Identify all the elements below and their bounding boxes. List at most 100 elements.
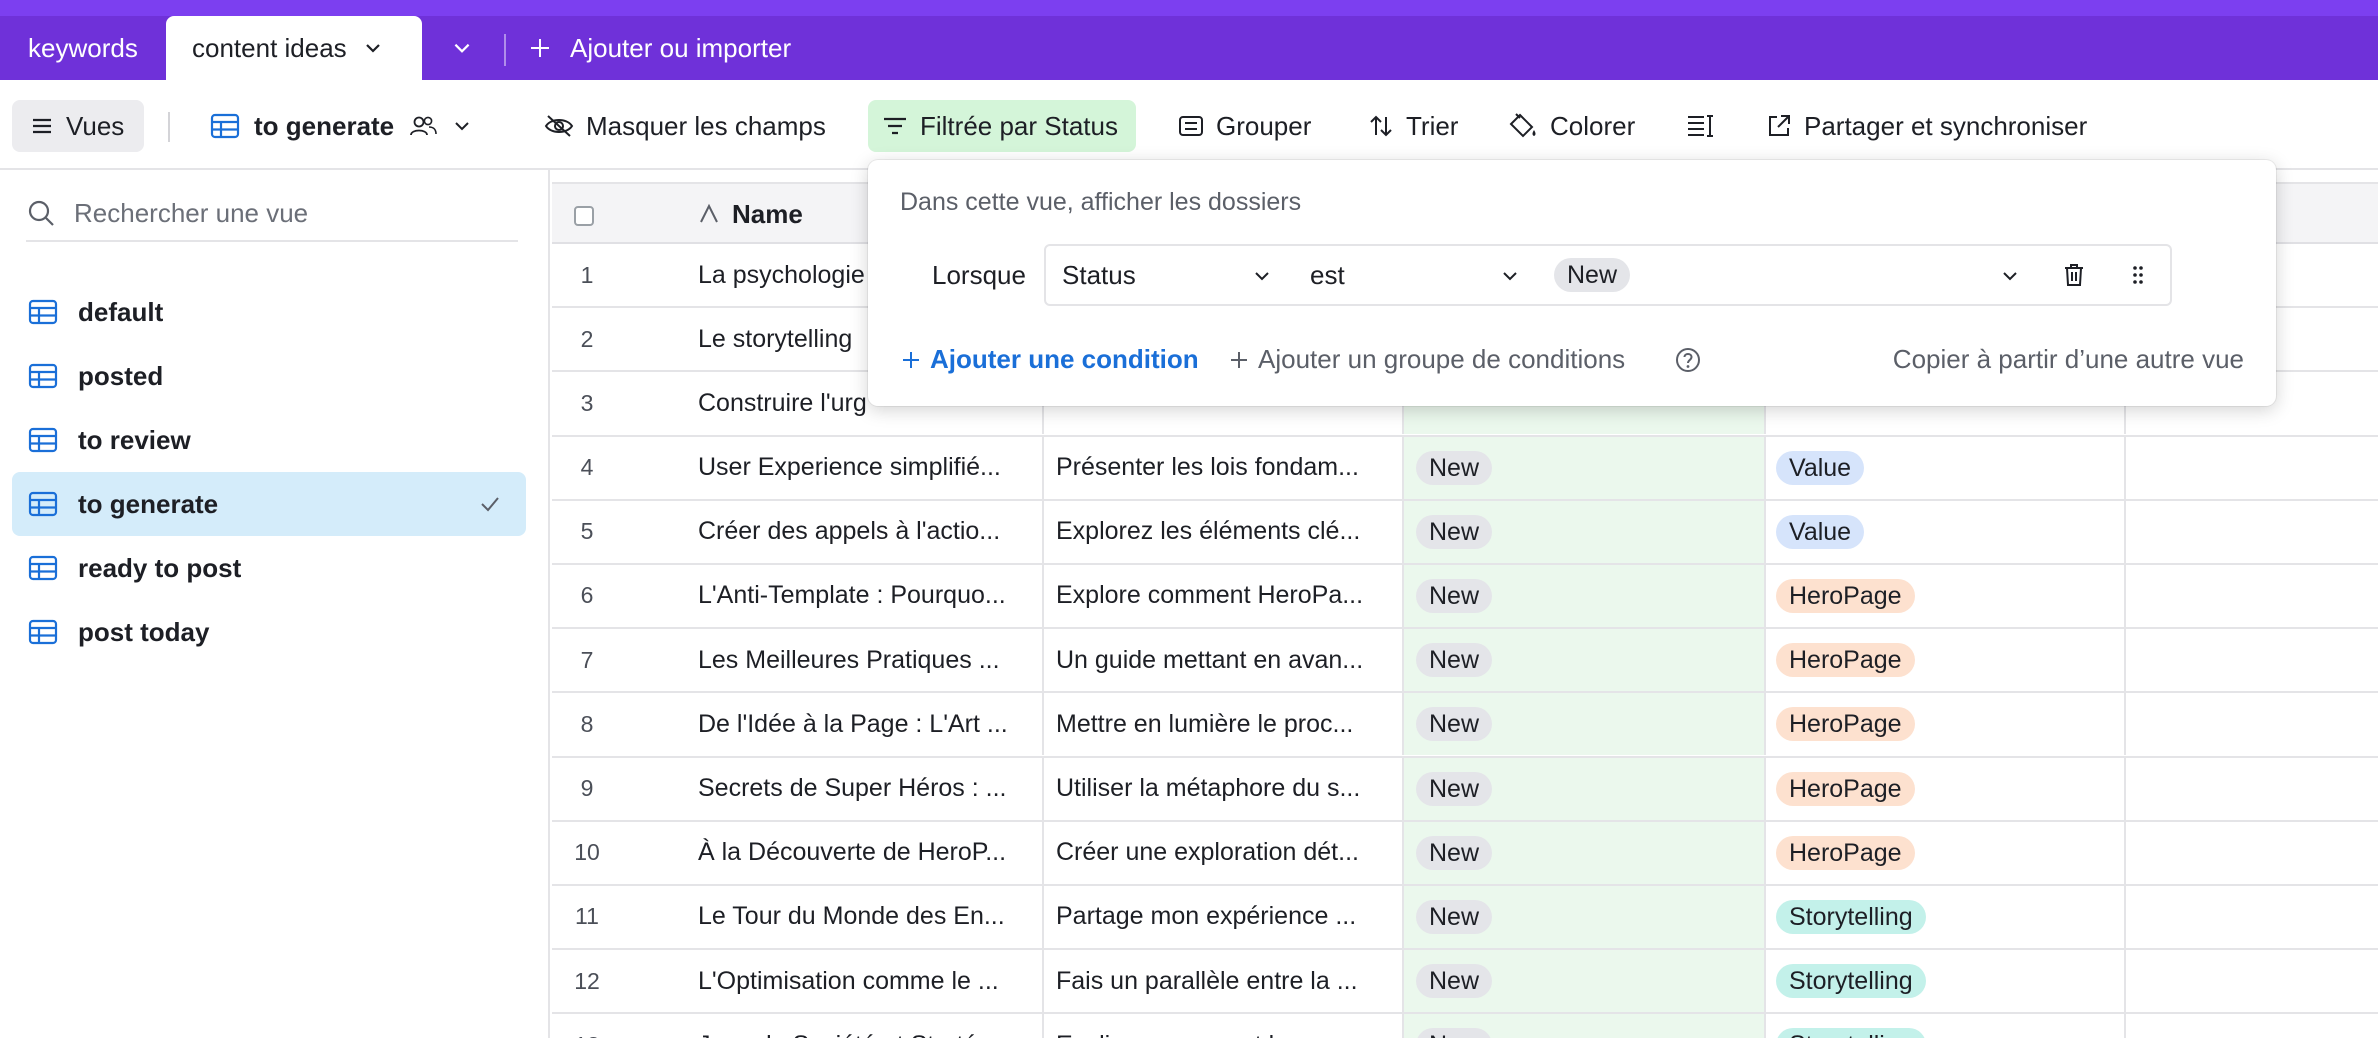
description-cell[interactable]: Créer une exploration dét... [1042,821,1402,884]
sidebar-view-item[interactable]: to review [12,408,526,472]
category-cell[interactable]: Value [1764,500,2124,563]
table-row[interactable]: 5 Créer des appels à l'actio... Explorez l… [552,500,2378,565]
table-row[interactable]: 8 De l'Idée à la Page : L'Art ... Mettre e… [552,693,2378,758]
description-cell[interactable]: Un guide mettant en avan... [1042,629,1402,692]
table-row[interactable]: 9 Secrets de Super Héros : ... Utiliser la… [552,757,2378,822]
status-cell[interactable]: New [1402,885,1764,948]
table-row[interactable]: 13 Jeux de Société et Straté...Explique c… [552,1014,2378,1038]
description-cell[interactable]: Présenter les lois fondam... [1042,436,1402,499]
name-cell[interactable]: User Experience simplifié... [698,437,1038,499]
empty-cell[interactable] [2124,693,2378,756]
name-cell[interactable]: De l'Idée à la Page : L'Art ... [698,693,1038,755]
status-cell[interactable]: New [1402,693,1764,756]
name-cell[interactable]: Le Tour du Monde des En... [698,886,1038,948]
sort-button[interactable]: Trier [1368,100,1458,152]
add-condition-group-button[interactable]: Ajouter un groupe de conditions [1228,344,1625,375]
status-cell[interactable]: New [1402,757,1764,820]
category-cell[interactable]: Storytelling [1764,885,2124,948]
category-pill: Storytelling [1776,899,1926,934]
status-cell[interactable]: New [1402,564,1764,627]
empty-cell[interactable] [2124,885,2378,948]
copy-from-view-button[interactable]: Copier à partir d’une autre vue [1893,344,2244,375]
empty-cell[interactable] [2124,821,2378,884]
sidebar-view-item[interactable]: posted [12,344,526,408]
name-cell[interactable]: À la Découverte de HeroP... [698,822,1038,884]
condition-operator-select[interactable]: est [1294,244,1544,306]
condition-field-select[interactable]: Status [1044,244,1296,306]
category-cell[interactable]: Storytelling [1764,950,2124,1013]
add-condition-button[interactable]: Ajouter une condition [900,344,1199,375]
empty-cell[interactable] [2124,500,2378,563]
empty-cell[interactable] [2124,757,2378,820]
group-button[interactable]: Grouper [1178,100,1311,152]
drag-condition-handle[interactable] [2106,244,2172,306]
status-cell[interactable]: New [1402,500,1764,563]
table-row[interactable]: 4 User Experience simplifié... Présenter l… [552,436,2378,501]
sidebar-view-item[interactable]: post today [12,600,526,664]
table-row[interactable]: 6 L'Anti-Template : Pourquo... Explore com… [552,564,2378,630]
table-row[interactable]: 10 À la Découverte de HeroP... Créer une e… [552,821,2378,886]
sidebar-view-item[interactable]: to generate [12,472,526,536]
category-cell[interactable]: Value [1764,436,2124,499]
views-toggle-button[interactable]: Vues [12,100,145,152]
condition-value-select[interactable]: New [1542,244,2044,306]
description-cell[interactable]: Mettre en lumière le proc... [1042,693,1402,756]
status-cell[interactable]: New [1402,1014,1764,1038]
category-cell[interactable]: HeroPage [1764,757,2124,820]
category-cell[interactable]: HeroPage [1764,629,2124,692]
empty-cell[interactable] [2124,436,2378,499]
table-row[interactable]: 7 Les Meilleures Pratiques ... Un guide me… [552,629,2378,694]
empty-cell[interactable] [2124,1014,2378,1038]
description-cell[interactable]: Explorez les éléments clé... [1042,500,1402,563]
category-cell[interactable]: Storytelling [1764,1014,2124,1038]
name-cell[interactable]: L'Anti-Template : Pourquo... [698,565,1038,627]
category-cell[interactable]: HeroPage [1764,693,2124,756]
more-tables-button[interactable] [432,16,492,80]
name-cell[interactable]: L'Optimisation comme le ... [698,950,1038,1012]
table-row[interactable]: 12 L'Optimisation comme le ... Fais un par… [552,950,2378,1015]
empty-cell[interactable] [2124,629,2378,692]
search-input[interactable]: Rechercher une vue [74,198,308,229]
category-cell[interactable]: HeroPage [1764,564,2124,627]
empty-cell[interactable] [2124,950,2378,1013]
tab-keywords[interactable]: keywords [0,16,166,80]
chevron-down-icon[interactable] [363,38,383,58]
current-view-button[interactable]: to generate [210,100,472,152]
filter-button[interactable]: Filtrée par Status [868,100,1136,152]
delete-condition-button[interactable] [2042,244,2108,306]
status-cell[interactable]: New [1402,629,1764,692]
name-column-header[interactable]: Name [698,184,803,244]
add-or-import-button[interactable]: Ajouter ou importer [528,16,791,80]
color-button[interactable]: Colorer [1508,100,1635,152]
view-search[interactable]: Rechercher une vue [26,192,518,242]
tab-content-ideas[interactable]: content ideas [166,16,422,80]
condition-operator-value: est [1310,259,1345,290]
hide-fields-label: Masquer les champs [586,110,826,141]
name-cell[interactable]: Jeux de Société et Straté... [698,1014,1038,1038]
description-cell[interactable]: Utiliser la métaphore du s... [1042,757,1402,820]
row-height-button[interactable] [1686,100,1716,152]
description-cell[interactable]: Explore comment HeroPa... [1042,564,1402,627]
select-all-checkbox[interactable] [574,206,594,226]
status-cell[interactable]: New [1402,821,1764,884]
description-cell[interactable]: Fais un parallèle entre la ... [1042,950,1402,1013]
status-cell[interactable]: New [1402,950,1764,1013]
name-cell[interactable]: Secrets de Super Héros : ... [698,758,1038,820]
status-cell[interactable]: New [1402,436,1764,499]
category-cell[interactable]: HeroPage [1764,821,2124,884]
help-icon[interactable] [1674,346,1702,381]
share-sync-button[interactable]: Partager et synchroniser [1766,100,2087,152]
name-cell[interactable]: Créer des appels à l'actio... [698,501,1038,563]
sidebar-view-item[interactable]: ready to post [12,536,526,600]
row-number: 10 [574,839,600,866]
empty-cell[interactable] [2124,564,2378,627]
sidebar-view-item[interactable]: default [12,280,526,344]
grid-view-icon [28,619,58,645]
table-row[interactable]: 11 Le Tour du Monde des En... Partage mon … [552,885,2378,951]
description-cell[interactable]: Partage mon expérience ... [1042,885,1402,948]
hide-fields-button[interactable]: Masquer les champs [544,100,826,152]
name-cell[interactable]: Les Meilleures Pratiques ... [698,629,1038,691]
description-cell[interactable]: Explique comment la pas... [1042,1014,1402,1038]
status-pill: New [1416,835,1493,870]
chevron-down-icon [1503,272,1517,281]
